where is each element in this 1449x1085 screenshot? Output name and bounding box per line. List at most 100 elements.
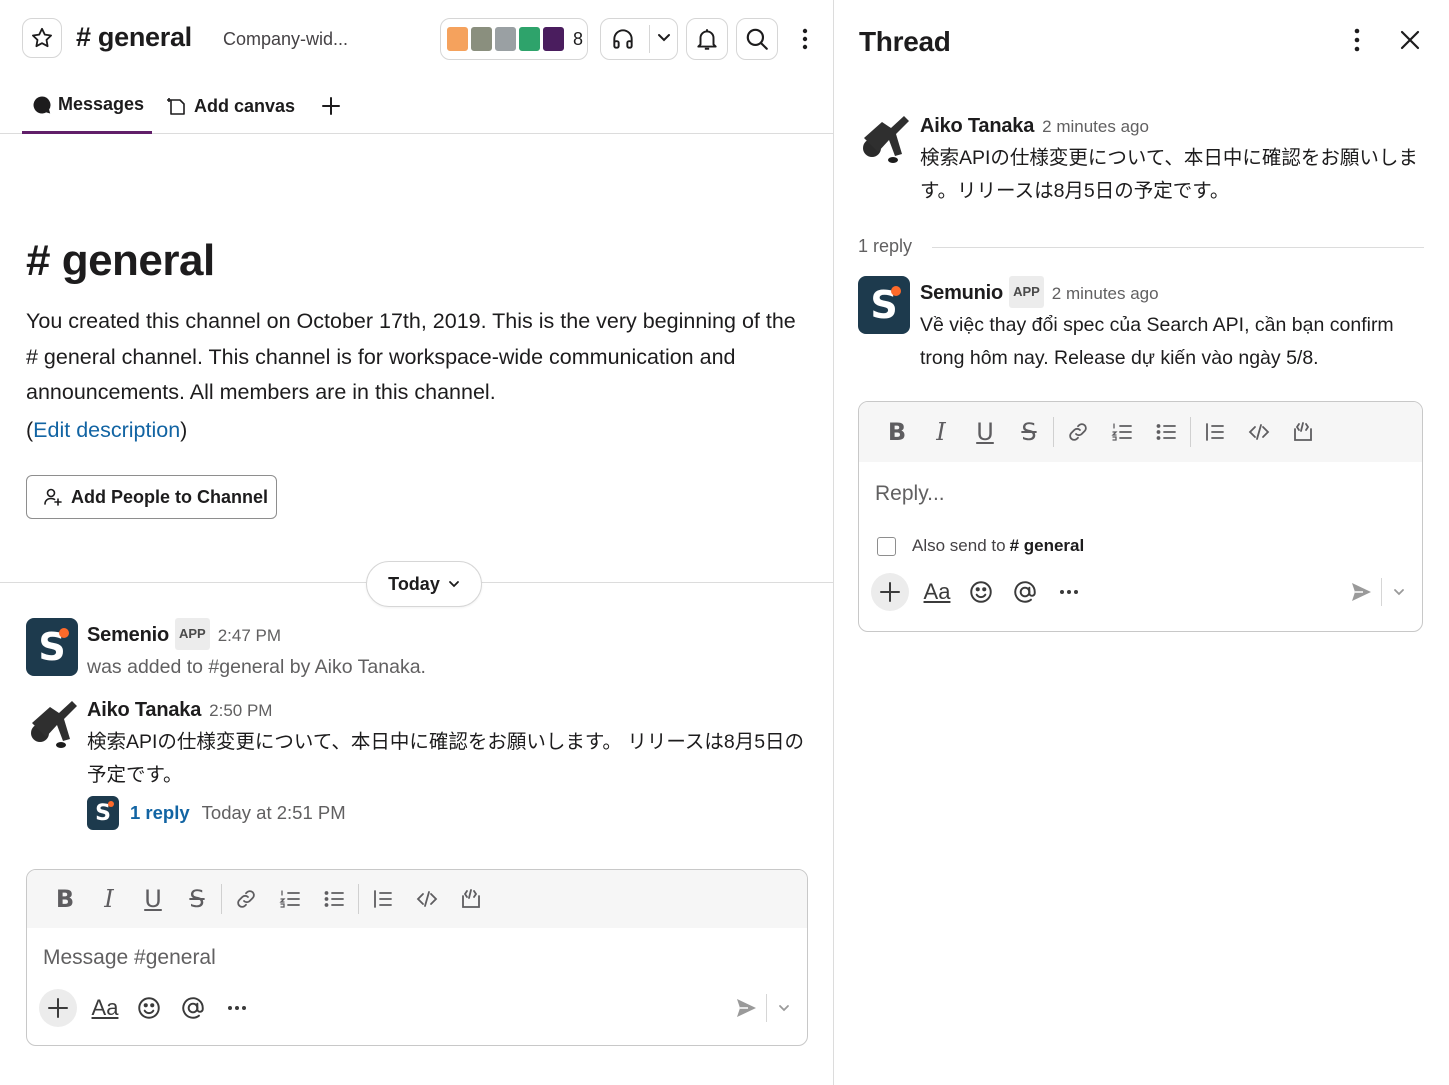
kebab-icon — [1354, 28, 1360, 52]
code-icon[interactable] — [1237, 414, 1281, 450]
thread-options-button[interactable] — [1342, 24, 1372, 56]
italic-icon[interactable]: I — [919, 414, 963, 450]
tab-messages[interactable]: Messages — [22, 78, 152, 134]
more-actions-icon[interactable] — [215, 988, 259, 1028]
send-area — [1349, 578, 1422, 606]
app-badge: APP — [174, 618, 210, 650]
date-divider-button[interactable]: Today — [366, 561, 482, 607]
notifications-button[interactable] — [686, 18, 728, 60]
bold-icon[interactable]: B — [43, 881, 87, 917]
text-formatting-toggle[interactable]: Aa — [83, 988, 127, 1028]
chevron-down-icon[interactable] — [777, 1001, 791, 1015]
blockquote-icon[interactable] — [1193, 414, 1237, 450]
message-timestamp[interactable]: 2 minutes ago — [1042, 117, 1149, 136]
members-button[interactable]: 8 — [440, 18, 588, 60]
reply-avatar: S — [87, 796, 119, 830]
semenio-avatar[interactable]: S — [26, 618, 78, 676]
code-icon[interactable] — [405, 881, 449, 917]
message-text: 検索APIの仕様変更について、本日中に確認をお願いします。 リリースは8月5日の… — [87, 731, 805, 786]
member-avatar — [469, 25, 494, 53]
channel-intro-description: You created this channel on October 17th… — [26, 309, 796, 404]
underline-icon[interactable]: U — [131, 881, 175, 917]
also-send-checkbox[interactable] — [877, 536, 896, 556]
text-formatting-toggle[interactable]: Aa — [915, 572, 959, 612]
channel-topic[interactable]: Company-wid... — [223, 29, 348, 50]
message-text: Về việc thay đổi spec của Search API, cầ… — [920, 314, 1394, 369]
divider — [358, 884, 359, 914]
add-tab-button[interactable] — [318, 78, 344, 134]
message-bubble-icon — [33, 96, 51, 113]
link-icon[interactable] — [1056, 414, 1100, 450]
message-author[interactable]: Semunio — [920, 282, 1003, 304]
aiko-tanaka-avatar[interactable] — [26, 697, 80, 753]
app-logo-dot — [891, 286, 901, 296]
send-icon[interactable] — [1349, 580, 1373, 604]
emoji-icon[interactable] — [959, 572, 1003, 612]
semunio-avatar[interactable]: S — [858, 276, 910, 334]
strikethrough-icon[interactable]: S — [175, 881, 219, 917]
reply-input[interactable]: Reply... — [859, 462, 1422, 526]
app-logo-dot — [59, 628, 69, 638]
code-block-icon[interactable] — [1281, 414, 1325, 450]
channel-tabs: Messages Add canvas — [0, 78, 834, 134]
member-avatar — [517, 25, 542, 53]
more-actions-icon[interactable] — [1047, 572, 1091, 612]
plus-icon — [322, 97, 340, 115]
add-person-icon — [44, 488, 62, 506]
plus-icon — [48, 998, 68, 1018]
message-text: was added to #general by Aiko Tanaka. — [87, 656, 426, 678]
numbered-list-icon[interactable] — [1100, 414, 1144, 450]
link-icon[interactable] — [224, 881, 268, 917]
huddle-button[interactable] — [600, 18, 678, 60]
formatting-toolbar: B I U S — [859, 402, 1422, 462]
message-text: 検索APIの仕様変更について、本日中に確認をお願いします。リリースは8月5日の予… — [920, 147, 1418, 202]
send-icon[interactable] — [734, 996, 758, 1020]
send-area — [734, 994, 807, 1022]
canvas-icon — [167, 98, 185, 115]
also-send-row: Also send to # general — [859, 526, 1422, 566]
divider — [221, 884, 222, 914]
blockquote-icon[interactable] — [361, 881, 405, 917]
divider — [1053, 417, 1054, 447]
composer-actions: Aa — [27, 988, 807, 1028]
add-people-label: Add People to Channel — [71, 486, 269, 507]
message-author[interactable]: Aiko Tanaka — [87, 699, 201, 721]
add-people-button[interactable]: Add People to Channel — [26, 475, 277, 519]
thread-reply-composer: B I U S Reply... Also send to# general — [858, 401, 1423, 632]
search-button[interactable] — [736, 18, 778, 60]
message-timestamp[interactable]: 2:50 PM — [209, 701, 272, 720]
thread-replies-summary[interactable]: S 1 reply Today at 2:51 PM — [87, 796, 807, 830]
emoji-icon[interactable] — [127, 988, 171, 1028]
message-timestamp[interactable]: 2 minutes ago — [1052, 284, 1159, 303]
bulleted-list-icon[interactable] — [1144, 414, 1188, 450]
attach-button[interactable] — [39, 989, 77, 1027]
mention-icon[interactable] — [171, 988, 215, 1028]
headphones-icon[interactable] — [601, 26, 645, 52]
italic-icon[interactable]: I — [87, 881, 131, 917]
bold-icon[interactable]: B — [875, 414, 919, 450]
message-input[interactable]: Message #general — [27, 928, 807, 988]
avatar-figure-icon — [31, 701, 77, 748]
underline-icon[interactable]: U — [963, 414, 1007, 450]
tab-add-canvas[interactable]: Add canvas — [166, 78, 295, 134]
also-send-channel: # general — [1009, 536, 1085, 555]
strikethrough-icon[interactable]: S — [1007, 414, 1051, 450]
code-block-icon[interactable] — [449, 881, 493, 917]
numbered-list-icon[interactable] — [268, 881, 312, 917]
aiko-tanaka-avatar[interactable] — [858, 112, 912, 168]
edit-description-link[interactable]: Edit description — [33, 418, 180, 442]
chevron-down-icon[interactable] — [656, 29, 672, 50]
more-options-button[interactable] — [790, 24, 820, 54]
channel-name-button[interactable]: # general — [76, 22, 192, 53]
mention-icon[interactable] — [1003, 572, 1047, 612]
chevron-down-icon[interactable] — [1392, 585, 1406, 599]
thread-title: Thread — [859, 26, 951, 57]
message-author[interactable]: Aiko Tanaka — [920, 115, 1034, 137]
reply-count-link[interactable]: 1 reply — [130, 802, 190, 824]
bulleted-list-icon[interactable] — [312, 881, 356, 917]
message-author[interactable]: Semenio — [87, 624, 169, 646]
close-thread-button[interactable] — [1394, 24, 1426, 56]
attach-button[interactable] — [871, 573, 909, 611]
message-timestamp[interactable]: 2:47 PM — [218, 626, 281, 645]
star-channel-button[interactable] — [22, 18, 62, 58]
